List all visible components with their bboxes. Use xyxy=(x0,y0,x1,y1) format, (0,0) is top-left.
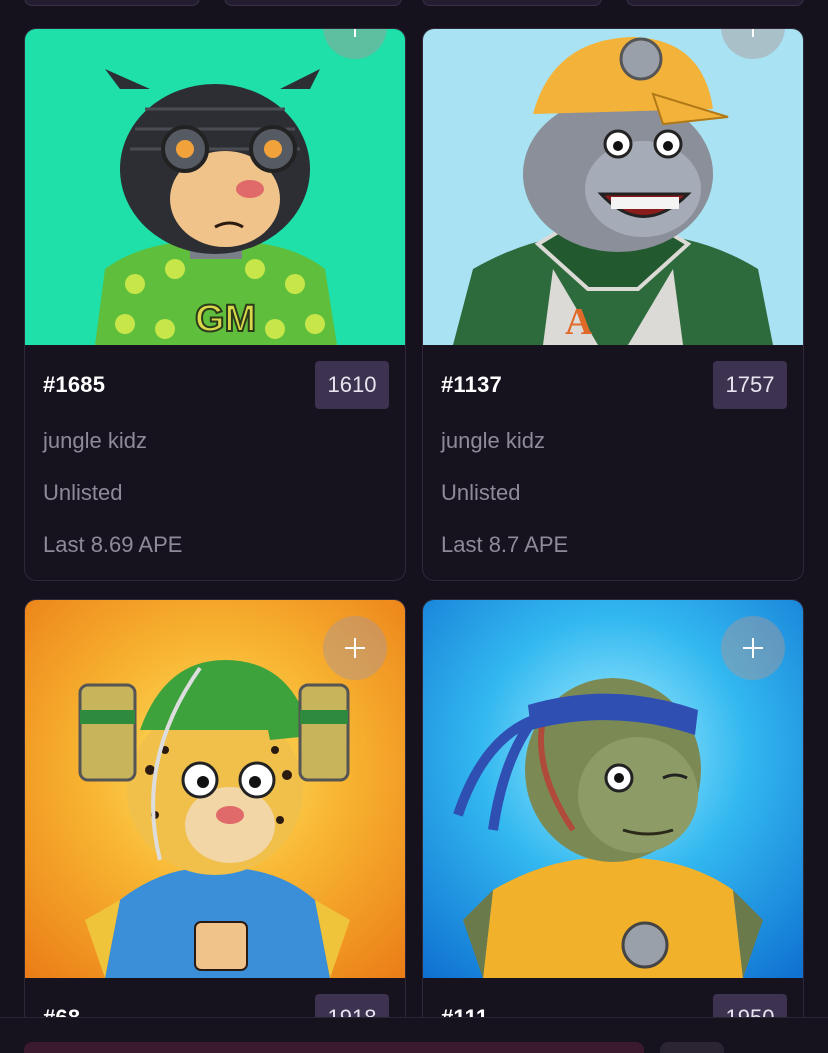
add-to-cart-button[interactable] xyxy=(721,616,785,680)
rank-badge: 1757 xyxy=(713,361,787,409)
listing-status: Unlisted xyxy=(43,480,123,505)
top-control-3[interactable] xyxy=(422,0,602,6)
nft-image[interactable]: A xyxy=(423,29,803,345)
plus-icon xyxy=(345,29,365,37)
nft-image[interactable] xyxy=(423,600,803,978)
nft-card[interactable]: #68 1918 xyxy=(24,599,406,1053)
nft-image[interactable] xyxy=(25,600,405,978)
nft-card[interactable]: GM #1685 1610 jungle kidz Unlisted Last … xyxy=(24,28,406,581)
collection-name: jungle kidz xyxy=(43,428,147,453)
bottom-secondary-button[interactable] xyxy=(660,1042,724,1053)
listing-status: Unlisted xyxy=(441,480,521,505)
bottom-primary-button[interactable] xyxy=(24,1042,644,1053)
nft-card[interactable]: A #1137 1757 jungle kidz Unlisted Last 8… xyxy=(422,28,804,581)
token-id: #1137 xyxy=(441,372,502,397)
collection-name: jungle kidz xyxy=(441,428,545,453)
plus-icon xyxy=(345,638,365,658)
plus-icon xyxy=(743,638,763,658)
svg-text:A: A xyxy=(565,301,593,343)
last-sale-price: Last 8.7 APE xyxy=(441,532,569,557)
add-to-cart-button[interactable] xyxy=(323,616,387,680)
top-control-1[interactable] xyxy=(24,0,200,6)
top-control-4[interactable] xyxy=(626,0,804,6)
nft-image[interactable]: GM xyxy=(25,29,405,345)
nft-artwork: A xyxy=(453,37,773,345)
svg-text:GM: GM xyxy=(195,298,256,340)
plus-icon xyxy=(743,29,763,37)
rank-badge: 1610 xyxy=(315,361,389,409)
top-control-2[interactable] xyxy=(224,0,402,6)
nft-card[interactable]: #111 1950 xyxy=(422,599,804,1053)
token-id: #1685 xyxy=(43,372,106,397)
last-sale-price: Last 8.69 APE xyxy=(43,532,183,557)
nft-artwork: GM xyxy=(95,69,337,345)
